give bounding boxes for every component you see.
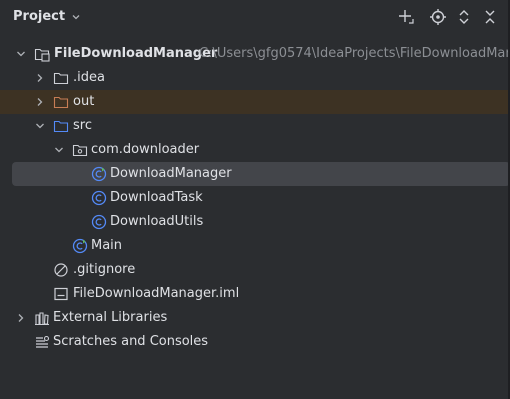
java-class-icon [91,214,107,230]
tree-node-label: .gitignore [73,262,136,277]
tree-node-scratches[interactable]: Scratches and Consoles [0,330,510,354]
tree-node-package[interactable]: com.downloader [0,138,510,162]
tree-node-download-task[interactable]: DownloadTask [0,186,510,210]
project-root-label: FileDownloadManager [54,46,218,61]
tree-node-label: DownloadTask [110,190,203,205]
ignore-file-icon [54,263,68,277]
tree-node-label: src [73,118,92,133]
tree-node-label: DownloadManager [110,166,232,181]
library-icon [35,312,49,326]
project-tool-window: Project FileDownloadManager C:\Users\gfg… [0,0,510,399]
chevron-right-icon[interactable] [34,72,46,84]
tree-node-idea[interactable]: .idea [0,66,510,90]
tree-node-download-utils[interactable]: DownloadUtils [0,210,510,234]
java-main-class-icon [72,238,88,254]
scratches-icon [36,335,50,348]
add-icon [399,10,414,24]
tool-window-header: Project [0,0,510,36]
project-folder-icon [34,48,50,62]
chevron-right-icon[interactable] [15,312,27,324]
locate-icon [430,9,446,25]
tree-node-src[interactable]: src [0,114,510,138]
tree-node-label: Scratches and Consoles [53,334,209,349]
expand-collapse-icon [459,10,469,24]
tool-window-title: Project [13,9,66,24]
package-icon [72,144,88,157]
tree-node-label: .idea [73,70,105,85]
excluded-folder-icon [53,96,69,109]
project-root-path: C:\Users\gfg0574\IdeaProjects\FileDownlo… [199,46,510,61]
source-folder-icon [53,120,69,133]
tree-node-main[interactable]: Main [0,234,510,258]
tree-node-label: DownloadUtils [110,214,204,229]
java-class-icon [91,190,107,206]
project-view-selector[interactable]: Project [13,9,82,24]
tree-node-project-root[interactable]: FileDownloadManager C:\Users\gfg0574\Ide… [0,42,510,66]
collapse-all-button[interactable] [481,8,499,26]
chevron-down-icon[interactable] [34,120,46,132]
tree-node-gitignore[interactable]: .gitignore [0,258,510,282]
tree-node-iml[interactable]: FileDownloadManager.iml [0,282,510,306]
tree-node-label: out [73,94,95,109]
chevron-right-icon[interactable] [34,96,46,108]
tree-node-label: FileDownloadManager.iml [73,286,240,301]
module-file-icon [54,287,68,301]
chevron-down-icon[interactable] [53,144,65,156]
tree-node-external-libraries[interactable]: External Libraries [0,306,510,330]
tree-node-label: Main [91,238,123,253]
tree-node-label: External Libraries [53,310,168,325]
tree-node-download-manager[interactable]: DownloadManager [12,162,510,186]
add-button[interactable] [397,8,415,26]
chevron-down-icon [72,14,80,19]
locate-button[interactable] [429,8,447,26]
tree-node-out[interactable]: out [0,90,510,114]
tree-node-label: com.downloader [91,142,200,157]
folder-icon [53,72,69,85]
java-class-icon [91,166,107,182]
chevron-down-icon[interactable] [15,48,27,60]
expand-all-button[interactable] [455,8,473,26]
collapse-all-icon [485,10,495,24]
